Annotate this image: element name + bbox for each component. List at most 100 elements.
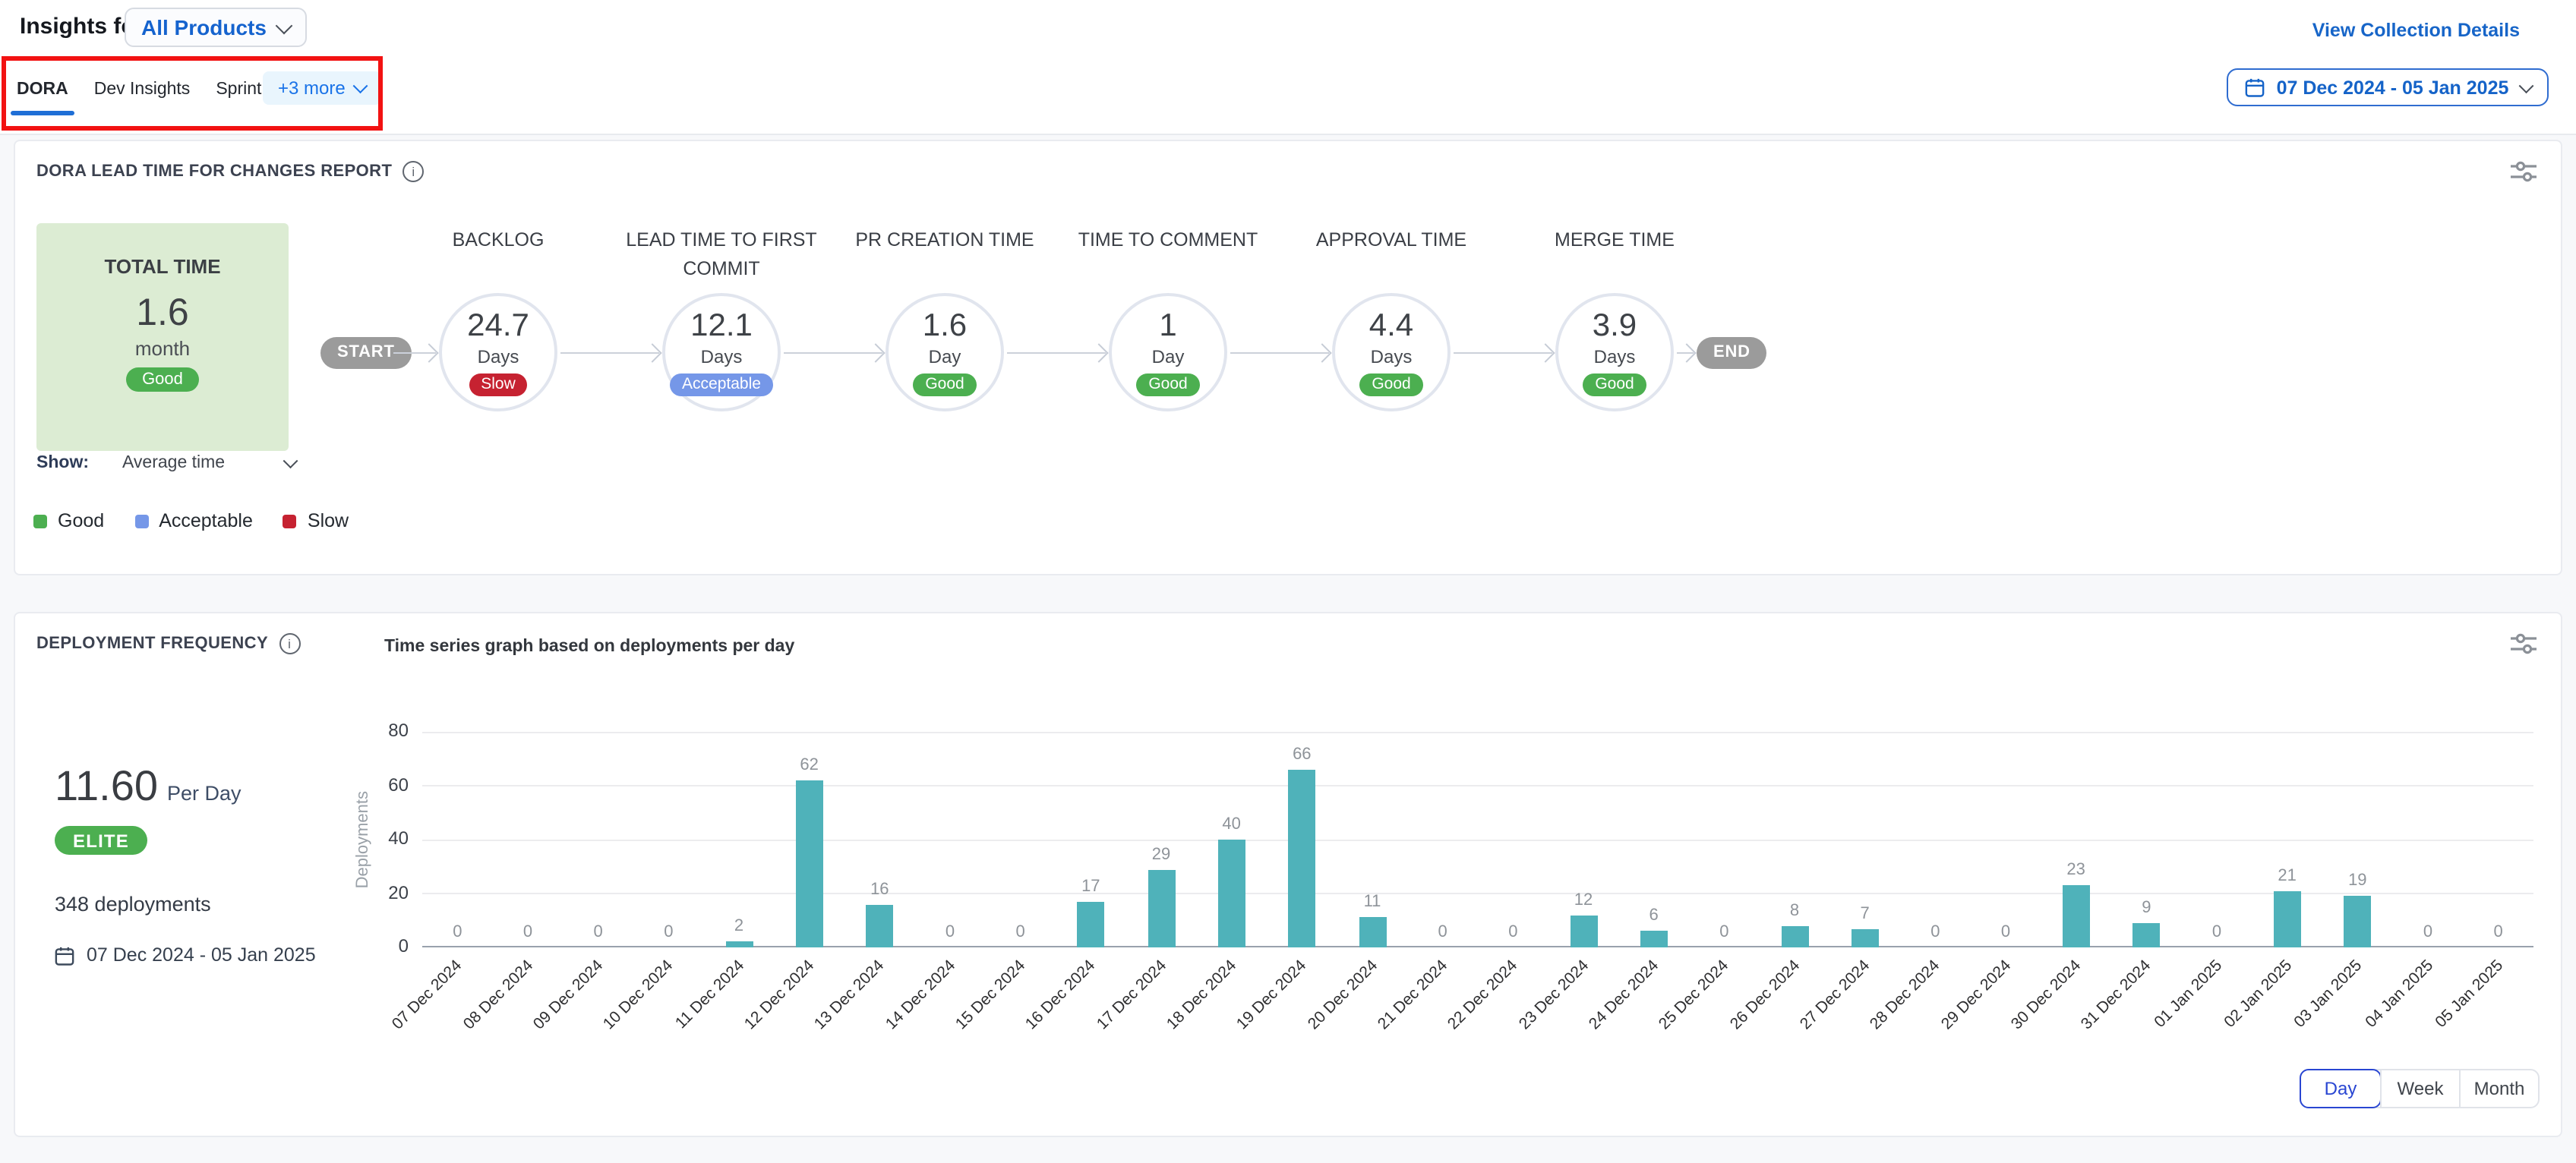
end-pill: END [1697, 336, 1767, 368]
granularity-month[interactable]: Month [2459, 1070, 2538, 1107]
stage-value: 4.4 [1369, 309, 1413, 341]
stage-badge: Good [1359, 373, 1422, 396]
bar-value-label: 0 [1983, 923, 2028, 941]
gridline [422, 785, 2533, 786]
bar-value-label: 7 [1842, 904, 1888, 922]
stage-circle-pr-creation-time: 1.6DayGood [886, 293, 1004, 411]
tabs-more-button[interactable]: +3 more [263, 71, 381, 105]
flow-arrow [393, 351, 436, 354]
header: Insights for All Products View Collectio… [0, 0, 2576, 61]
insights-dashboard: Insights for All Products View Collectio… [0, 0, 2576, 1163]
chevron-down-icon [2519, 78, 2533, 92]
stage-value: 12.1 [690, 309, 753, 341]
flow-arrow [560, 351, 659, 354]
show-selector[interactable]: Show: Average time [36, 454, 295, 472]
bar-value-label: 0 [1420, 923, 1466, 941]
bar-value-label: 17 [1068, 878, 1113, 896]
y-tick-label: 20 [342, 881, 409, 903]
bar [2063, 885, 2090, 947]
legend-item-good: Good [33, 510, 104, 531]
chart-settings-icon[interactable] [2511, 633, 2537, 662]
deployment-rate-value: 11.60 [55, 762, 158, 809]
flow-arrow [1454, 351, 1552, 354]
stage-badge: Slow [469, 373, 528, 396]
y-tick-label: 40 [342, 827, 409, 849]
stage-value: 1 [1159, 309, 1176, 341]
gridline [422, 731, 2533, 733]
granularity-day[interactable]: Day [2300, 1069, 2382, 1108]
stage-label-backlog: BACKLOG [392, 226, 605, 256]
bar-value-label: 0 [434, 923, 480, 941]
lead-time-flow: STARTBACKLOG24.7DaysSlowLEAD TIME TO FIR… [15, 141, 2561, 506]
bar-value-label: 0 [2405, 923, 2451, 941]
deployments-date-range: 07 Dec 2024 - 05 Jan 2025 [55, 944, 316, 966]
calendar-icon [2245, 77, 2265, 97]
lead-time-card: DORA LEAD TIME FOR CHANGES REPORT i TOTA… [14, 140, 2562, 575]
gridline [422, 893, 2533, 894]
stage-unit: Day [1152, 345, 1185, 367]
show-label: Show: [36, 454, 89, 472]
bar [796, 780, 823, 947]
bar-value-label: 0 [1912, 923, 1958, 941]
stage-badge: Good [913, 373, 976, 396]
date-range-picker[interactable]: 07 Dec 2024 - 05 Jan 2025 [2227, 68, 2549, 106]
bar-value-label: 0 [505, 923, 551, 941]
bar-value-label: 62 [787, 756, 832, 774]
info-icon[interactable]: i [279, 633, 300, 654]
chevron-down-icon [354, 79, 368, 93]
page-body: DORA LEAD TIME FOR CHANGES REPORT i TOTA… [0, 135, 2576, 1163]
legend-label: Slow [308, 510, 349, 531]
legend-item-slow: Slow [283, 510, 349, 531]
deployment-frequency-title: DEPLOYMENT FREQUENCY [36, 635, 268, 653]
bar [2344, 897, 2371, 947]
bar [2132, 923, 2160, 947]
flow-arrow [784, 351, 882, 354]
flow-arrow [1677, 351, 1694, 354]
bar [1077, 902, 1104, 947]
x-axis: 07 Dec 202408 Dec 202409 Dec 202410 Dec … [422, 957, 2533, 1084]
bar [1781, 926, 1808, 947]
deployment-frequency-card: DEPLOYMENT FREQUENCY i Time series graph… [14, 612, 2562, 1137]
deployment-rate: 11.60 Per Day [55, 762, 242, 811]
stage-badge: Good [1583, 373, 1646, 396]
stage-label-approval-time: APPROVAL TIME [1285, 226, 1498, 256]
granularity-toggle: DayWeekMonth [2300, 1069, 2540, 1108]
bar-value-label: 2 [716, 918, 762, 936]
bar-value-label: 0 [1701, 923, 1747, 941]
stage-circle-backlog: 24.7DaysSlow [439, 293, 557, 411]
granularity-week[interactable]: Week [2380, 1070, 2459, 1107]
bar-value-label: 23 [2054, 861, 2099, 879]
bar-value-label: 66 [1279, 745, 1324, 764]
bar [1852, 928, 1879, 947]
y-tick-label: 0 [342, 935, 409, 957]
stage-label-lead-time-to-first-commit: LEAD TIME TO FIRST COMMIT [615, 226, 828, 285]
bar-value-label: 0 [927, 923, 973, 941]
performance-badge: ELITE [55, 826, 147, 855]
bar [1640, 931, 1668, 947]
date-range-value: 07 Dec 2024 - 05 Jan 2025 [2277, 77, 2509, 98]
tab-dora[interactable]: DORA [17, 77, 68, 115]
bar-value-label: 19 [2334, 872, 2380, 890]
bar-value-label: 21 [2265, 866, 2310, 884]
stage-label-pr-creation-time: PR CREATION TIME [838, 226, 1051, 256]
bar [725, 942, 753, 947]
stage-circle-approval-time: 4.4 Days Good [1332, 293, 1451, 411]
deployments-plot: 0000262160017294066110012608700239021190… [422, 732, 2533, 947]
stage-badge: Acceptable [670, 373, 773, 396]
bar [1148, 869, 1175, 947]
stage-unit: Days [478, 345, 519, 367]
legend-swatch [283, 514, 297, 528]
legend-swatch [33, 514, 47, 528]
deployment-rate-unit: Per Day [167, 782, 242, 805]
bar [1359, 918, 1386, 947]
product-selector-dropdown[interactable]: All Products [125, 8, 308, 47]
bar [866, 904, 893, 947]
tab-dev-insights[interactable]: Dev Insights [94, 77, 191, 115]
bar-value-label: 0 [576, 923, 621, 941]
legend-label: Good [58, 510, 104, 531]
stage-unit: Days [1371, 345, 1413, 367]
bar [2274, 890, 2301, 947]
legend: GoodAcceptableSlow [33, 510, 349, 531]
stage-circle-merge-time: 3.9DaysGood [1555, 293, 1674, 411]
view-collection-details-link[interactable]: View Collection Details [2312, 20, 2520, 41]
